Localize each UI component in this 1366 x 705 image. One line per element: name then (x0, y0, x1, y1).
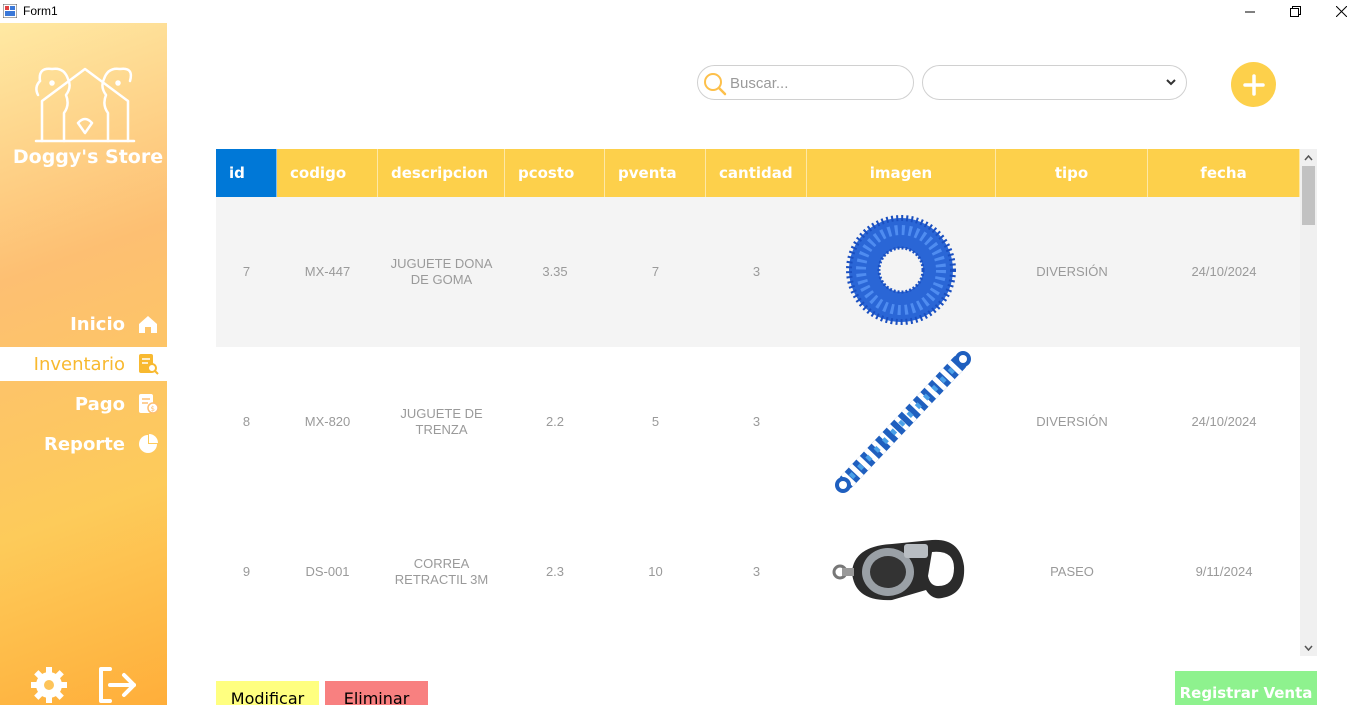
cell-pcosto[interactable]: 3.35 (505, 197, 605, 347)
cell-codigo[interactable]: DS-001 (277, 497, 378, 647)
cell-codigo[interactable]: MX-447 (277, 197, 378, 347)
logout-icon[interactable] (96, 665, 136, 705)
minimize-button[interactable] (1227, 0, 1273, 23)
cell-cantidad[interactable]: 3 (706, 347, 807, 497)
title-bar: Form1 (0, 0, 1366, 23)
pie-chart-icon (137, 433, 159, 455)
app-window: Form1 Doggy's Store Inicio Inventario Pa… (0, 0, 1366, 705)
nav-item-pago[interactable]: Pago $ (0, 387, 167, 421)
cell-descripcion[interactable]: JUGUETE DONA DE GOMA (378, 197, 505, 347)
cell-cantidad[interactable]: 3 (706, 497, 807, 647)
modify-button[interactable]: Modificar (216, 681, 319, 705)
brand-title: Doggy's Store (12, 146, 164, 168)
search-box[interactable] (697, 65, 914, 100)
cell-pventa[interactable]: 5 (605, 347, 706, 497)
cell-fecha[interactable]: 24/10/2024 (1148, 347, 1300, 497)
column-header-pventa[interactable]: pventa (605, 149, 706, 197)
chevron-down-icon (1166, 79, 1176, 86)
cell-pcosto[interactable]: 2.2 (505, 347, 605, 497)
retractable-leash-image (832, 539, 964, 601)
scroll-down-arrow-icon[interactable] (1300, 639, 1317, 656)
blue-ring-toy-image (845, 215, 956, 325)
column-header-codigo[interactable]: codigo (277, 149, 378, 197)
sidebar: Doggy's Store Inicio Inventario Pago $ R… (0, 23, 167, 705)
table-row[interactable]: 8 MX-820 JUGUETE DE TRENZA 2.2 5 3 DIVER… (216, 347, 1300, 497)
restore-button[interactable] (1272, 0, 1318, 23)
delete-button[interactable]: Eliminar (325, 681, 428, 705)
cell-descripcion[interactable]: CORREA RETRACTIL 3M (378, 497, 505, 647)
plus-icon (1242, 73, 1265, 96)
nav-item-reporte[interactable]: Reporte (0, 427, 167, 461)
column-header-fecha[interactable]: fecha (1148, 149, 1300, 197)
cell-tipo[interactable]: PASEO (996, 497, 1148, 647)
column-header-cantidad[interactable]: cantidad (706, 149, 807, 197)
cell-pcosto[interactable]: 2.3 (505, 497, 605, 647)
cell-imagen[interactable] (807, 497, 996, 647)
cell-pventa[interactable]: 7 (605, 197, 706, 347)
cell-tipo[interactable]: DIVERSIÓN (996, 347, 1148, 497)
gear-icon[interactable] (29, 665, 69, 705)
close-button[interactable] (1318, 0, 1364, 23)
cell-tipo[interactable]: DIVERSIÓN (996, 197, 1148, 347)
grid-vertical-scrollbar[interactable] (1300, 149, 1317, 656)
inventory-grid[interactable]: id codigo descripcion pcosto pventa cant… (216, 149, 1300, 656)
cell-descripcion[interactable]: JUGUETE DE TRENZA (378, 347, 505, 497)
nav-item-inicio[interactable]: Inicio (0, 307, 167, 341)
dog-house-logo-icon (34, 67, 136, 143)
svg-text:$: $ (151, 405, 155, 413)
app-icon (3, 4, 17, 18)
filter-dropdown[interactable] (922, 65, 1187, 100)
rope-toy-image (834, 351, 971, 493)
column-header-imagen[interactable]: imagen (807, 149, 996, 197)
nav-label: Inicio (70, 313, 125, 335)
inventory-icon (137, 353, 159, 375)
cell-codigo[interactable]: MX-820 (277, 347, 378, 497)
cell-id[interactable]: 7 (216, 197, 277, 347)
scrollbar-thumb[interactable] (1302, 166, 1315, 225)
table-row[interactable]: 9 DS-001 CORREA RETRACTIL 3M 2.3 10 3 PA… (216, 497, 1300, 647)
register-sale-button[interactable]: Registrar Venta (1175, 671, 1317, 705)
cell-imagen[interactable] (807, 347, 996, 497)
search-input[interactable] (730, 73, 905, 93)
cell-id[interactable]: 9 (216, 497, 277, 647)
add-product-button[interactable] (1231, 62, 1276, 107)
window-title: Form1 (23, 4, 58, 18)
cell-cantidad[interactable]: 3 (706, 197, 807, 347)
column-header-descripcion[interactable]: descripcion (378, 149, 505, 197)
cell-pventa[interactable]: 10 (605, 497, 706, 647)
grid-header: id codigo descripcion pcosto pventa cant… (216, 149, 1300, 197)
nav-label: Pago (74, 393, 125, 415)
nav-label: Inventario (33, 353, 125, 375)
table-row[interactable]: 7 MX-447 JUGUETE DONA DE GOMA 3.35 7 3 D… (216, 197, 1300, 347)
column-header-id[interactable]: id (216, 149, 277, 197)
scroll-up-arrow-icon[interactable] (1300, 149, 1317, 166)
cell-fecha[interactable]: 9/11/2024 (1148, 497, 1300, 647)
cell-fecha[interactable]: 24/10/2024 (1148, 197, 1300, 347)
cell-id[interactable]: 8 (216, 347, 277, 497)
home-icon (137, 313, 159, 335)
column-header-tipo[interactable]: tipo (996, 149, 1148, 197)
search-icon (704, 73, 727, 96)
column-header-pcosto[interactable]: pcosto (505, 149, 605, 197)
cell-imagen[interactable] (807, 197, 996, 347)
nav-label: Reporte (43, 433, 125, 455)
payment-icon: $ (137, 393, 159, 415)
nav-item-inventario[interactable]: Inventario (0, 347, 167, 381)
